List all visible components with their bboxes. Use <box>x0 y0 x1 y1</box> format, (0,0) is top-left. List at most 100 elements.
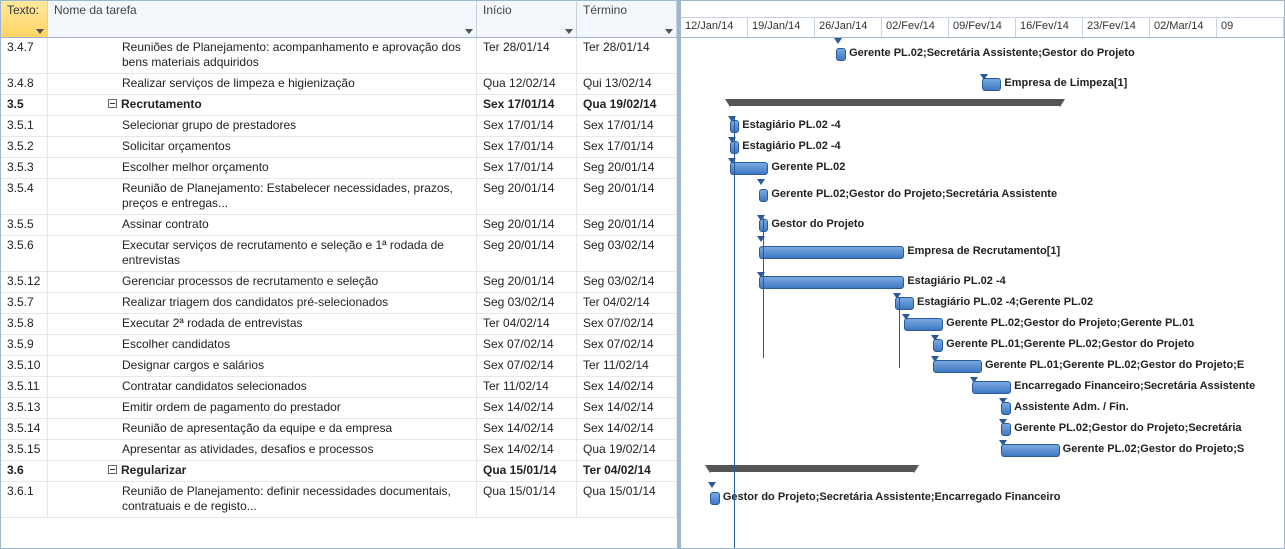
task-row[interactable]: 3.5.14Reunião de apresentação da equipe … <box>1 419 677 440</box>
summary-bar[interactable] <box>730 99 1060 106</box>
summary-bar[interactable] <box>710 465 914 472</box>
task-bar[interactable]: Gerente PL.02;Gestor do Projeto;Secretár… <box>1001 423 1011 436</box>
gantt-chart[interactable]: 12/Jan/1419/Jan/1426/Jan/1402/Fev/1409/F… <box>681 0 1284 548</box>
task-start: Seg 20/01/14 <box>477 215 577 235</box>
task-id: 3.4.8 <box>1 74 48 94</box>
column-header-texto[interactable]: Texto: <box>1 1 48 37</box>
column-label: Texto: <box>7 3 39 17</box>
collapse-icon[interactable] <box>108 465 117 474</box>
task-id: 3.5.6 <box>1 236 48 271</box>
task-row[interactable]: 3.5.9Escolher candidatosSex 07/02/14Sex … <box>1 335 677 356</box>
timeline-week: 19/Jan/14 <box>748 18 815 37</box>
task-bar[interactable]: Gerente PL.01;Gerente PL.02;Gestor do Pr… <box>933 360 982 373</box>
task-bar[interactable]: Assistente Adm. / Fin. <box>1001 402 1011 415</box>
task-row[interactable]: 3.5.10Designar cargos e saláriosSex 07/0… <box>1 356 677 377</box>
dependency-link <box>899 298 900 368</box>
task-id: 3.5.13 <box>1 398 48 418</box>
column-header-start[interactable]: Início <box>477 1 577 37</box>
task-row[interactable]: 3.5.15Apresentar as atividades, desafios… <box>1 440 677 461</box>
task-bar[interactable]: Gestor do Projeto;Secretária Assistente;… <box>710 492 720 505</box>
task-resource-label: Assistente Adm. / Fin. <box>1014 401 1129 413</box>
task-id: 3.5.2 <box>1 137 48 157</box>
task-bar[interactable]: Estagiário PL.02 -4;Gerente PL.02 <box>895 297 914 310</box>
collapse-icon[interactable] <box>108 99 117 108</box>
task-start: Sex 07/02/14 <box>477 335 577 355</box>
column-label: Término <box>583 3 627 17</box>
task-id: 3.5.14 <box>1 419 48 439</box>
dropdown-icon[interactable] <box>465 29 473 34</box>
task-bar[interactable]: Gerente PL.02 <box>730 162 769 175</box>
task-name: Executar serviços de recrutamento e sele… <box>48 236 477 271</box>
task-id: 3.5.1 <box>1 116 48 136</box>
task-resource-label: Estagiário PL.02 -4 <box>742 140 840 152</box>
task-id: 3.5.8 <box>1 314 48 334</box>
task-end: Qua 19/02/14 <box>577 440 677 460</box>
column-header-end[interactable]: Término <box>577 1 677 37</box>
task-row[interactable]: 3.5.13Emitir ordem de pagamento do prest… <box>1 398 677 419</box>
column-header-name[interactable]: Nome da tarefa <box>48 1 477 37</box>
task-bar[interactable]: Gerente PL.02;Secretária Assistente;Gest… <box>836 48 846 61</box>
task-name: Realizar triagem dos candidatos pré-sele… <box>48 293 477 313</box>
task-row[interactable]: 3.5.7Realizar triagem dos candidatos pré… <box>1 293 677 314</box>
dropdown-icon[interactable] <box>36 29 44 34</box>
task-name: Solicitar orçamentos <box>48 137 477 157</box>
task-start: Sex 17/01/14 <box>477 137 577 157</box>
task-resource-label: Gerente PL.02;Gestor do Projeto;Secretár… <box>771 188 1057 200</box>
task-id: 3.5.10 <box>1 356 48 376</box>
timeline-week: 26/Jan/14 <box>815 18 882 37</box>
task-start: Sex 14/02/14 <box>477 419 577 439</box>
task-name: Designar cargos e salários <box>48 356 477 376</box>
task-row[interactable]: 3.5.3Escolher melhor orçamentoSex 17/01/… <box>1 158 677 179</box>
dependency-arrow-icon <box>757 179 765 185</box>
task-row[interactable]: 3.6.1Reunião de Planejamento: definir ne… <box>1 482 677 518</box>
task-row[interactable]: 3.5RecrutamentoSex 17/01/14Qua 19/02/14 <box>1 95 677 116</box>
dependency-link <box>763 218 764 358</box>
dropdown-icon[interactable] <box>565 29 573 34</box>
task-row[interactable]: 3.5.12Gerenciar processos de recrutament… <box>1 272 677 293</box>
task-bar[interactable]: Gerente PL.02;Gestor do Projeto;Gerente … <box>904 318 943 331</box>
task-row[interactable]: 3.6RegularizarQua 15/01/14Ter 04/02/14 <box>1 461 677 482</box>
task-name: Realizar serviços de limpeza e higieniza… <box>48 74 477 94</box>
table-body[interactable]: 3.4.7Reuniões de Planejamento: acompanha… <box>1 38 677 548</box>
task-id: 3.5 <box>1 95 48 115</box>
dropdown-icon[interactable] <box>665 29 673 34</box>
task-id: 3.5.12 <box>1 272 48 292</box>
task-row[interactable]: 3.5.2Solicitar orçamentosSex 17/01/14Sex… <box>1 137 677 158</box>
task-resource-label: Encarregado Financeiro;Secretária Assist… <box>1014 380 1255 392</box>
task-end: Qui 13/02/14 <box>577 74 677 94</box>
task-bar[interactable]: Empresa de Limpeza[1] <box>982 78 1001 91</box>
task-id: 3.5.3 <box>1 158 48 178</box>
gantt-body[interactable]: Gerente PL.02;Secretária Assistente;Gest… <box>681 38 1284 548</box>
task-start: Ter 04/02/14 <box>477 314 577 334</box>
task-bar[interactable]: Empresa de Recrutamento[1] <box>759 246 905 259</box>
task-end: Sex 07/02/14 <box>577 335 677 355</box>
task-start: Sex 14/02/14 <box>477 398 577 418</box>
task-name: Escolher melhor orçamento <box>48 158 477 178</box>
task-resource-label: Gerente PL.02;Gestor do Projeto;S <box>1063 443 1245 455</box>
task-bar[interactable]: Gerente PL.02;Gestor do Projeto;S <box>1001 444 1059 457</box>
task-row[interactable]: 3.5.11Contratar candidatos selecionadosT… <box>1 377 677 398</box>
timeline-week: 02/Mar/14 <box>1150 18 1217 37</box>
task-bar[interactable]: Gerente PL.02;Gestor do Projeto;Secretár… <box>759 189 769 202</box>
task-resource-label: Empresa de Limpeza[1] <box>1004 77 1127 89</box>
task-row[interactable]: 3.5.6Executar serviços de recrutamento e… <box>1 236 677 272</box>
task-start: Qua 12/02/14 <box>477 74 577 94</box>
task-bar[interactable]: Estagiário PL.02 -4 <box>759 276 905 289</box>
task-resource-label: Gerente PL.02 <box>771 161 845 173</box>
task-end: Ter 04/02/14 <box>577 461 677 481</box>
task-row[interactable]: 3.4.7Reuniões de Planejamento: acompanha… <box>1 38 677 74</box>
task-end: Seg 03/02/14 <box>577 236 677 271</box>
task-row[interactable]: 3.5.4Reunião de Planejamento: Estabelece… <box>1 179 677 215</box>
task-bar[interactable]: Gerente PL.01;Gerente PL.02;Gestor do Pr… <box>933 339 943 352</box>
task-row[interactable]: 3.5.8Executar 2ª rodada de entrevistasTe… <box>1 314 677 335</box>
task-row[interactable]: 3.4.8Realizar serviços de limpeza e higi… <box>1 74 677 95</box>
task-row[interactable]: 3.5.1Selecionar grupo de prestadoresSex … <box>1 116 677 137</box>
task-name: Reuniões de Planejamento: acompanhamento… <box>48 38 477 73</box>
task-id: 3.6.1 <box>1 482 48 517</box>
task-end: Sex 17/01/14 <box>577 116 677 136</box>
task-end: Qua 15/01/14 <box>577 482 677 517</box>
task-start: Sex 17/01/14 <box>477 158 577 178</box>
task-resource-label: Empresa de Recrutamento[1] <box>907 245 1060 257</box>
task-row[interactable]: 3.5.5Assinar contratoSeg 20/01/14Seg 20/… <box>1 215 677 236</box>
task-bar[interactable]: Encarregado Financeiro;Secretária Assist… <box>972 381 1011 394</box>
